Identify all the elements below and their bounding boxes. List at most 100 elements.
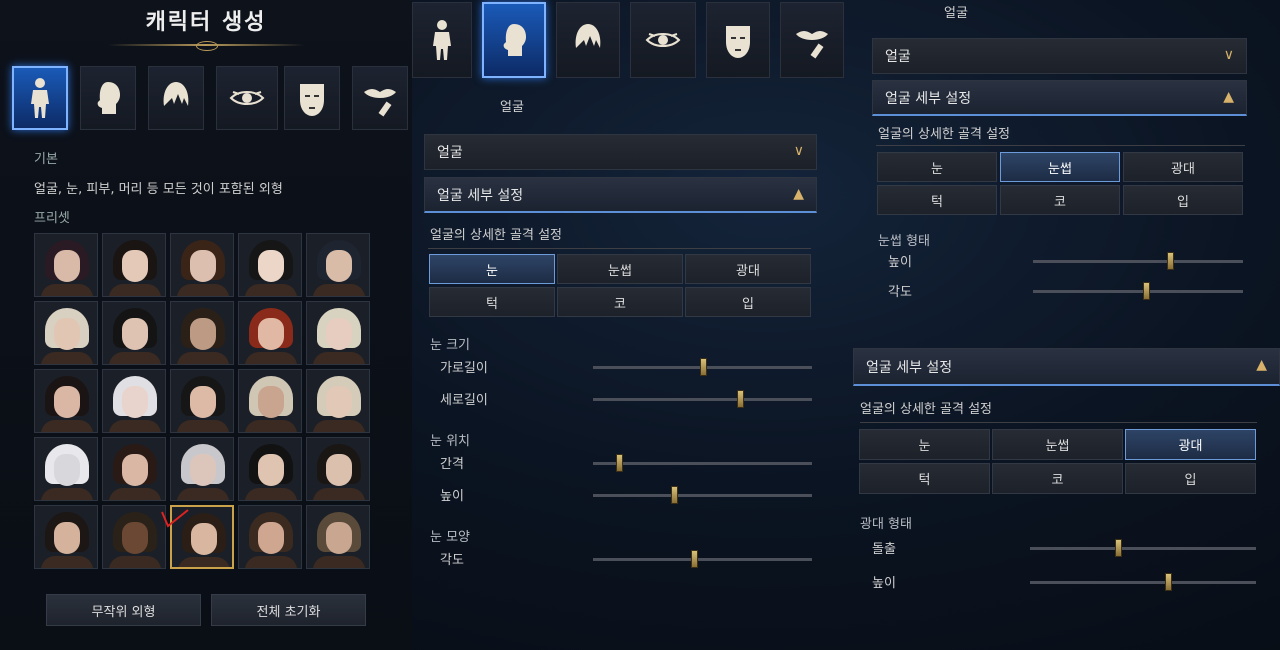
- preset-face[interactable]: [34, 233, 98, 297]
- slider-handle[interactable]: [1143, 282, 1151, 300]
- category-body-button[interactable]: [412, 2, 472, 78]
- preset-face[interactable]: [238, 505, 302, 569]
- preset-skin: [54, 454, 80, 486]
- tab-2[interactable]: 눈썹: [1000, 152, 1120, 182]
- preset-face[interactable]: [306, 505, 370, 569]
- eye-icon: [645, 33, 681, 47]
- slider-handle[interactable]: [1164, 573, 1172, 591]
- preset-body: [109, 556, 161, 568]
- preset-face[interactable]: [34, 301, 98, 365]
- preset-face[interactable]: [306, 437, 370, 501]
- preset-face[interactable]: [170, 301, 234, 365]
- slider-track[interactable]: [593, 398, 812, 401]
- face-detail-header-2[interactable]: 얼굴 세부 설정 ▲: [853, 348, 1280, 386]
- tab-1[interactable]: 눈: [859, 429, 990, 460]
- tab-1[interactable]: 눈: [877, 152, 997, 182]
- slider-track[interactable]: [593, 462, 812, 465]
- tab-3[interactable]: 광대: [1125, 429, 1256, 460]
- preset-skin: [258, 250, 284, 282]
- preset-face[interactable]: [170, 233, 234, 297]
- slider-handle[interactable]: [671, 486, 679, 504]
- slider-track[interactable]: [1030, 581, 1256, 584]
- slider-track[interactable]: [593, 494, 812, 497]
- preset-face[interactable]: [34, 437, 98, 501]
- slider-track[interactable]: [1030, 547, 1256, 550]
- reset-all-button[interactable]: 전체 초기화: [211, 594, 366, 626]
- face-detail-header[interactable]: 얼굴 세부 설정 ▲: [424, 177, 817, 213]
- preset-face[interactable]: [238, 369, 302, 433]
- tab-3[interactable]: 광대: [685, 254, 811, 284]
- preset-face[interactable]: [34, 369, 98, 433]
- preset-skin: [190, 318, 216, 350]
- tab-6[interactable]: 입: [1123, 185, 1243, 215]
- preset-face[interactable]: [238, 437, 302, 501]
- slider-label: 높이: [888, 255, 912, 270]
- category-skin-button[interactable]: [284, 66, 340, 130]
- slider-handle[interactable]: [1115, 539, 1123, 557]
- category-skin-button[interactable]: [706, 2, 770, 78]
- face-detail-header-label: 얼굴 세부 설정: [885, 90, 972, 107]
- tab-2[interactable]: 눈썹: [557, 254, 683, 284]
- basic-label: 기본: [34, 152, 58, 167]
- preset-face[interactable]: [238, 301, 302, 365]
- category-eye-button[interactable]: [216, 66, 278, 130]
- slider-handle[interactable]: [616, 454, 624, 472]
- preset-face[interactable]: [238, 233, 302, 297]
- category-makeup-button[interactable]: [780, 2, 844, 78]
- preset-face[interactable]: [102, 233, 166, 297]
- tab-3[interactable]: 광대: [1123, 152, 1243, 182]
- tab-4[interactable]: 턱: [859, 463, 990, 494]
- category-label: 얼굴: [944, 6, 968, 21]
- slider-handle[interactable]: [1166, 252, 1174, 270]
- tab-5[interactable]: 코: [1000, 185, 1120, 215]
- tab-2[interactable]: 눈썹: [992, 429, 1123, 460]
- preset-face[interactable]: [34, 505, 98, 569]
- tab-5[interactable]: 코: [557, 287, 683, 317]
- slider-handle[interactable]: [736, 390, 744, 408]
- face-header[interactable]: 얼굴 ∨: [872, 38, 1247, 74]
- tab-5[interactable]: 코: [992, 463, 1123, 494]
- category-makeup-button[interactable]: [352, 66, 408, 130]
- preset-body: [177, 420, 229, 432]
- preset-body: [41, 488, 93, 500]
- tab-1[interactable]: 눈: [429, 254, 555, 284]
- preset-body: [41, 352, 93, 364]
- category-body-button[interactable]: [12, 66, 68, 130]
- body-icon: [31, 78, 49, 118]
- preset-face[interactable]: [170, 437, 234, 501]
- eye-icon: [229, 91, 265, 105]
- slider-track[interactable]: [593, 558, 812, 561]
- preset-body: [109, 488, 161, 500]
- slider-handle[interactable]: [690, 550, 698, 568]
- preset-face[interactable]: [102, 369, 166, 433]
- preset-face[interactable]: [170, 369, 234, 433]
- tab-6[interactable]: 입: [1125, 463, 1256, 494]
- preset-face[interactable]: [306, 301, 370, 365]
- face-detail-header[interactable]: 얼굴 세부 설정 ▲: [872, 80, 1247, 116]
- category-hair-button[interactable]: [148, 66, 204, 130]
- mask-icon: [300, 84, 324, 116]
- category-eye-button[interactable]: [630, 2, 696, 78]
- tab-4[interactable]: 턱: [877, 185, 997, 215]
- slider-label: 높이: [440, 489, 464, 504]
- chevron-down-icon: ∨: [793, 143, 804, 159]
- face-header[interactable]: 얼굴 ∨: [424, 134, 817, 170]
- category-hair-button[interactable]: [556, 2, 620, 78]
- tab-4[interactable]: 턱: [429, 287, 555, 317]
- category-head-button[interactable]: [482, 2, 546, 78]
- tab-6[interactable]: 입: [685, 287, 811, 317]
- preset-face[interactable]: [102, 301, 166, 365]
- preset-face[interactable]: [306, 233, 370, 297]
- slider-track[interactable]: [1033, 290, 1243, 293]
- slider-track[interactable]: [1033, 260, 1243, 263]
- slider-handle[interactable]: [699, 358, 707, 376]
- category-head-button[interactable]: [80, 66, 136, 130]
- preset-skin: [190, 454, 216, 486]
- preset-face[interactable]: [102, 437, 166, 501]
- preset-body: [109, 352, 161, 364]
- preset-body: [245, 488, 297, 500]
- preset-face[interactable]: [306, 369, 370, 433]
- preset-body: [41, 420, 93, 432]
- random-appearance-button[interactable]: 무작위 외형: [46, 594, 201, 626]
- preset-face[interactable]: [102, 505, 166, 569]
